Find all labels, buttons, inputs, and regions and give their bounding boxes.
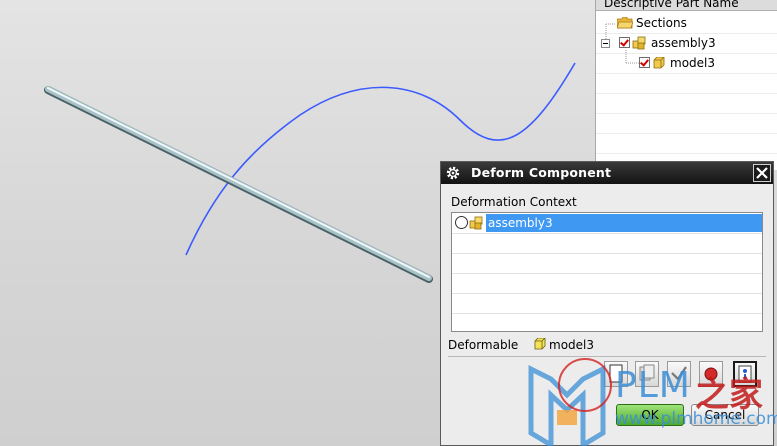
- nav-node-assembly3[interactable]: assembly3: [596, 33, 777, 54]
- nav-empty-row: [596, 73, 777, 94]
- cancel-button[interactable]: Cancel: [691, 404, 759, 426]
- context-radio[interactable]: [455, 216, 468, 229]
- list-item-empty: [452, 293, 762, 314]
- list-item-empty: [452, 253, 762, 274]
- collapse-minus-icon[interactable]: [601, 39, 610, 48]
- context-item-label[interactable]: assembly3: [486, 214, 762, 232]
- check-icon: [671, 366, 687, 381]
- checkbox-model3[interactable]: [639, 57, 650, 68]
- dialog-title: Deform Component: [471, 165, 612, 180]
- page-icon: [609, 364, 623, 383]
- component-icon: [653, 56, 665, 72]
- nav-node-sections[interactable]: Sections: [596, 13, 777, 34]
- close-button[interactable]: [753, 164, 771, 182]
- checkbox-assembly3[interactable]: [619, 37, 630, 48]
- deformation-context-label: Deformation Context: [451, 195, 577, 209]
- new-sheet-button[interactable]: [604, 361, 628, 387]
- nav-node-label: model3: [670, 56, 715, 70]
- divider: [448, 356, 766, 357]
- copy-button[interactable]: [635, 361, 659, 387]
- nav-empty-row: [596, 133, 777, 154]
- gear-icon[interactable]: [445, 165, 461, 181]
- assembly-icon: [632, 36, 646, 53]
- list-item[interactable]: assembly3: [452, 213, 762, 234]
- list-item-empty: [452, 273, 762, 294]
- close-icon: [756, 167, 768, 179]
- refresh-icon: [704, 367, 718, 381]
- folder-open-icon: [616, 16, 634, 32]
- deformable-label: Deformable: [448, 338, 519, 352]
- deformable-value: model3: [549, 338, 594, 352]
- assembly-icon: [469, 216, 483, 233]
- nav-empty-row: [596, 113, 777, 134]
- component-icon: [534, 337, 546, 353]
- ok-button[interactable]: OK: [616, 404, 684, 426]
- part-navigator[interactable]: Descriptive Part Name Sections assembly3…: [595, 0, 777, 170]
- info-icon: [738, 365, 752, 383]
- deformation-context-list[interactable]: assembly3: [451, 212, 763, 332]
- record-button[interactable]: [699, 361, 723, 387]
- copy-icon: [639, 364, 655, 381]
- info-button[interactable]: [733, 361, 757, 387]
- nav-empty-row: [596, 93, 777, 114]
- checkmark-button[interactable]: [667, 361, 691, 387]
- nav-node-label: assembly3: [651, 36, 716, 50]
- dialog-titlebar[interactable]: Deform Component: [441, 162, 773, 184]
- nav-node-model3[interactable]: model3: [596, 53, 777, 74]
- list-item-empty: [452, 233, 762, 254]
- nav-node-label: Sections: [636, 16, 687, 30]
- deform-component-dialog[interactable]: Deform Component Deformation Context ass…: [440, 161, 774, 446]
- list-item-empty: [452, 313, 762, 331]
- rod-component[interactable]: [44, 86, 433, 283]
